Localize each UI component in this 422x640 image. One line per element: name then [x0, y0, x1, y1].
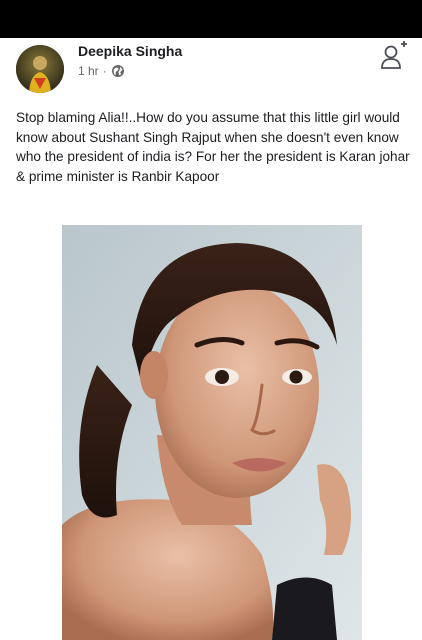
portrait-illustration [62, 225, 362, 640]
avatar-image [16, 45, 64, 93]
post-text: Stop blaming Alia!!..How do you assume t… [16, 110, 410, 184]
post-header: Deepika Singha 1 hr · [0, 38, 422, 100]
meta-separator: · [102, 64, 107, 78]
add-friend-icon[interactable] [380, 38, 408, 70]
post-photo[interactable] [62, 225, 362, 640]
author-name[interactable]: Deepika Singha [78, 43, 182, 59]
post-timestamp[interactable]: 1 hr [78, 64, 99, 78]
globe-icon[interactable] [111, 64, 125, 78]
status-bar [0, 0, 422, 38]
author-avatar[interactable] [16, 45, 64, 93]
post-meta: 1 hr · [78, 64, 125, 78]
